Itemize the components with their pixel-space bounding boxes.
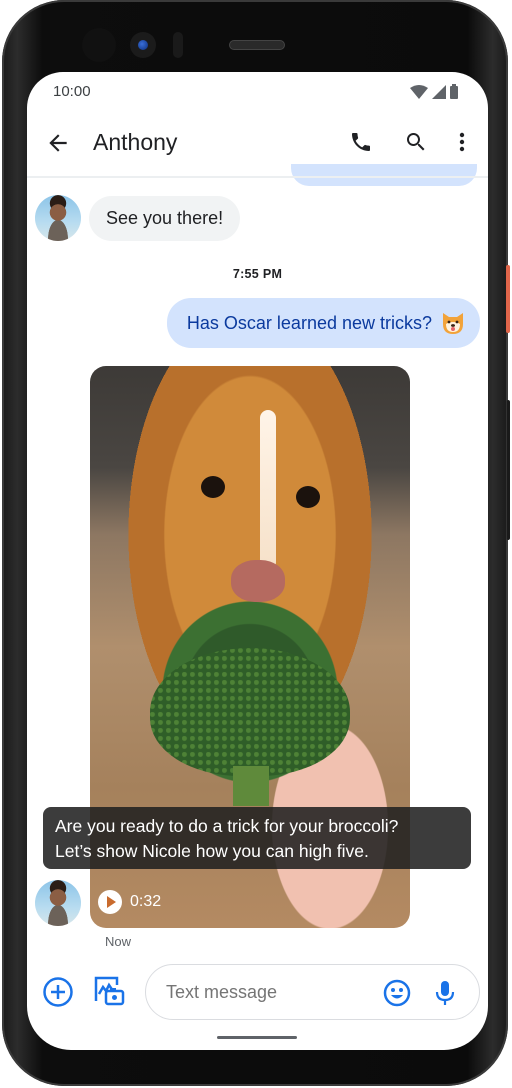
broccoli xyxy=(150,648,350,776)
broccoli-stem xyxy=(233,766,269,806)
avatar[interactable] xyxy=(35,880,81,926)
caption-line: Let’s show Nicole how you can high five. xyxy=(55,841,369,861)
video-duration: 0:32 xyxy=(130,893,162,910)
dog-nose xyxy=(231,560,285,602)
battery-icon xyxy=(450,84,458,99)
video-caption: Are you ready to do a trick for your bro… xyxy=(43,807,471,869)
play-icon[interactable] xyxy=(98,890,122,914)
earpiece-speaker xyxy=(229,40,285,50)
wifi-icon xyxy=(410,85,428,99)
proximity-sensor xyxy=(82,28,116,62)
phone-frame: 10:00 Anthony See you there! 7:55 PM Has… xyxy=(2,0,510,1086)
emoji-icon[interactable] xyxy=(383,979,411,1007)
app-bar-divider xyxy=(27,176,488,178)
dog-eye xyxy=(296,486,320,508)
previous-outgoing-bubble xyxy=(291,164,477,186)
message-time: Now xyxy=(105,934,132,949)
ir-sensor xyxy=(173,32,183,58)
phone-call-icon[interactable] xyxy=(349,130,373,154)
screen: 10:00 Anthony See you there! 7:55 PM Has… xyxy=(27,72,488,1050)
microphone-icon[interactable] xyxy=(433,979,457,1007)
video-controls: 0:32 xyxy=(98,890,161,914)
gallery-camera-icon[interactable] xyxy=(93,975,125,1007)
status-bar: 10:00 xyxy=(27,72,488,110)
outgoing-message-bubble[interactable]: Has Oscar learned new tricks? xyxy=(166,298,480,348)
add-icon[interactable] xyxy=(42,976,74,1008)
caption-line: Are you ready to do a trick for your bro… xyxy=(55,816,399,836)
message-input-container[interactable] xyxy=(145,964,480,1020)
volume-button xyxy=(506,400,510,540)
dog-eye xyxy=(201,476,225,498)
message-text: See you there! xyxy=(106,208,224,228)
power-button xyxy=(506,265,510,333)
app-bar: Anthony xyxy=(27,120,488,168)
message-input[interactable] xyxy=(166,982,366,1003)
message-timestamp: 7:55 PM xyxy=(232,267,283,281)
incoming-message-bubble[interactable]: See you there! xyxy=(89,196,241,241)
shiba-dog-emoji-icon xyxy=(443,313,463,334)
avatar[interactable] xyxy=(35,195,81,241)
home-indicator[interactable] xyxy=(217,1036,297,1039)
arrow-back-icon[interactable] xyxy=(45,130,71,156)
status-time: 10:00 xyxy=(53,83,91,100)
video-thumbnail-dog xyxy=(260,410,276,570)
front-camera xyxy=(130,32,156,58)
search-icon[interactable] xyxy=(404,130,428,154)
conversation-title: Anthony xyxy=(93,129,178,155)
message-text: Has Oscar learned new tricks? xyxy=(186,312,432,333)
cellular-signal-icon xyxy=(432,85,446,99)
status-icons xyxy=(410,84,458,99)
more-vert-icon[interactable] xyxy=(455,130,469,154)
compose-bar xyxy=(27,952,488,1022)
